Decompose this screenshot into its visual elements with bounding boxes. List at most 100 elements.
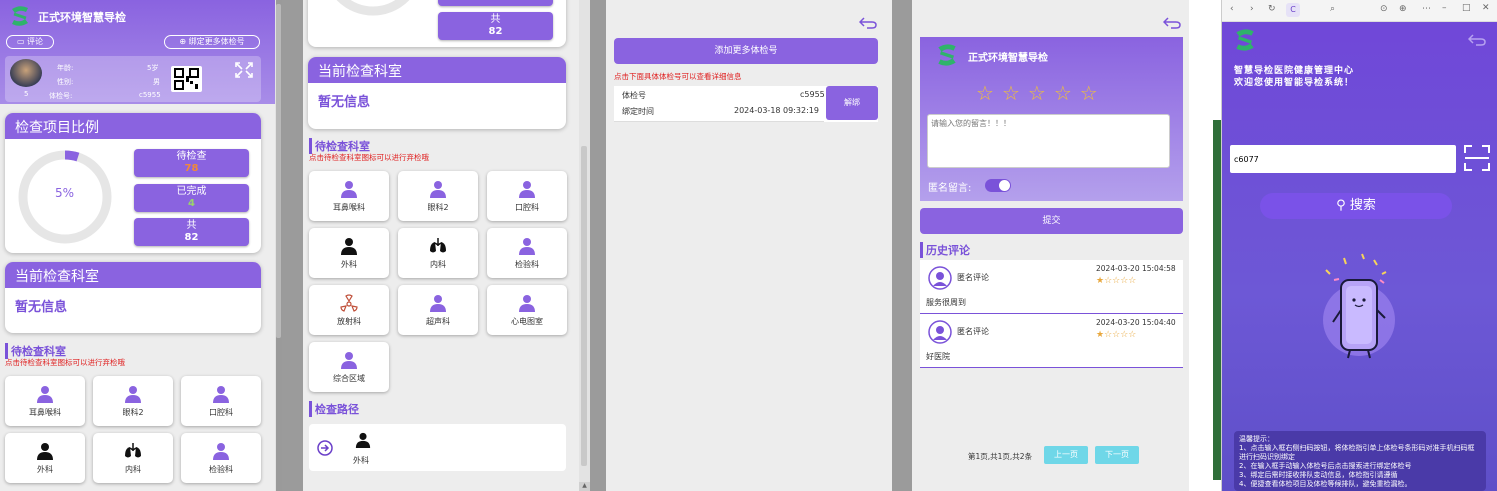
comment-time: 2024-03-20 15:04:40 (1096, 318, 1176, 327)
tab-icon[interactable]: C (1286, 3, 1300, 17)
scrollbar[interactable]: ▲ (579, 0, 590, 491)
dept-label: 检验科 (515, 260, 539, 269)
star-icon[interactable]: ☆ (976, 81, 1002, 105)
tips-box: 温馨提示： 1、点击输入框右侧扫码按钮，将体检指引单上体检号条形码对准手机扫码框… (1234, 431, 1486, 491)
prev-page-button[interactable]: 上一页 (1044, 446, 1088, 464)
star-icon[interactable]: ☆ (1028, 81, 1054, 105)
back-icon[interactable] (859, 16, 877, 30)
dept-internal[interactable]: 内科 (398, 228, 478, 278)
tip-item: 2、在输入框手动输入体检号后点击搜索进行绑定体检号 (1239, 462, 1412, 470)
dept-general[interactable]: 综合区域 (309, 342, 389, 392)
person-icon (519, 181, 535, 198)
divider (590, 0, 606, 491)
person-dark-icon (355, 432, 371, 448)
ratio-card: 检查项目比例 5% 待检查 78 已完成 4 共 82 (5, 113, 261, 253)
comment-button[interactable]: ▭ 评论 (6, 35, 54, 49)
dept-surgery[interactable]: 外科 (5, 433, 85, 483)
ratio-card-title: 检查项目比例 (5, 113, 261, 139)
download-icon[interactable]: ⊙ (1380, 4, 1388, 14)
person-icon (519, 295, 535, 312)
fullscreen-icon[interactable] (234, 61, 254, 79)
dept-ent[interactable]: 耳鼻喉科 (309, 171, 389, 221)
dept-label: 眼科2 (122, 408, 144, 417)
welcome-line-2: 欢迎您使用智能导检系统！ (1234, 78, 1355, 88)
comment-item: 匿名评论 2024-03-20 15:04:40 ★☆☆☆☆ 好医院 (920, 314, 1183, 368)
total-label: 共 (490, 14, 501, 25)
dept-eye2[interactable]: 眼科2 (398, 171, 478, 221)
id-value: c5955 (800, 90, 825, 99)
avatar (10, 59, 42, 87)
person-dark-icon (37, 443, 53, 460)
search-nav-icon[interactable]: ⌕ (1330, 4, 1335, 14)
logo-icon (1236, 29, 1254, 51)
done-box: 已完成 4 (134, 184, 249, 212)
dept-label: 外科 (341, 260, 357, 269)
tip-item: 3、绑定后需时接收排队变动信息，体检指引请遵循 (1239, 471, 1398, 479)
person-icon (341, 181, 357, 198)
forward-nav-icon[interactable]: › (1250, 4, 1254, 14)
maximize-icon[interactable]: □ (1462, 3, 1471, 13)
dept-lab[interactable]: 检验科 (487, 228, 567, 278)
rating-stars[interactable]: ☆☆☆☆☆ (976, 81, 1106, 105)
unbind-button[interactable]: 解绑 (826, 86, 878, 120)
dept-eye2[interactable]: 眼科2 (93, 376, 173, 426)
back-icon[interactable] (1468, 33, 1486, 47)
minimize-icon[interactable]: – (1442, 3, 1447, 13)
screenshot-root: 正式环境智慧导检 ▭ 评论 ⊕ 绑定更多体检号 5 年龄: 5岁 性别: 男 体… (0, 0, 1497, 491)
done-value: 4 (188, 198, 195, 209)
submit-button[interactable]: 提交 (920, 208, 1183, 234)
phone-mascot-illustration (1323, 253, 1395, 359)
logo-icon (938, 44, 956, 66)
qrcode-icon[interactable] (171, 66, 202, 92)
app-title: 正式环境智慧导检 (968, 53, 1048, 64)
panel-bind-list: 添加更多体检号 点击下面具体体检号可以查看详细信息 体检号 c5955 绑定时间… (606, 0, 892, 491)
gender-label: 性别: (57, 78, 74, 86)
dept-dental[interactable]: 口腔科 (487, 171, 567, 221)
star-icon[interactable]: ☆ (1080, 81, 1106, 105)
comment-text: 服务很周到 (926, 298, 966, 307)
scrollbar-thumb[interactable] (581, 146, 587, 466)
header: 正式环境智慧导检 ▭ 评论 ⊕ 绑定更多体检号 5 年龄: 5岁 性别: 男 体… (0, 0, 276, 104)
close-icon[interactable]: ✕ (1482, 3, 1490, 13)
dept-internal[interactable]: 内科 (93, 433, 173, 483)
scan-icon[interactable] (1463, 144, 1491, 172)
dept-radiology[interactable]: 放射科 (309, 285, 389, 335)
person-dark-icon (341, 238, 357, 255)
person-icon (37, 386, 53, 403)
panel-home-scrolled: 4 共 82 当前检查科室 暂无信息 待检查科室 点击待检查科室图标可以进行弃检… (303, 0, 590, 491)
dept-ultrasound[interactable]: 超声科 (398, 285, 478, 335)
back-icon[interactable] (1163, 16, 1181, 30)
reload-icon[interactable]: ↻ (1268, 4, 1276, 14)
id-input[interactable] (1230, 145, 1456, 173)
dept-ent[interactable]: 耳鼻喉科 (5, 376, 85, 426)
next-page-button[interactable]: 下一页 (1095, 446, 1139, 464)
dept-label: 口腔科 (515, 203, 539, 212)
globe-icon[interactable]: ⊕ (1399, 4, 1407, 14)
anon-toggle[interactable] (985, 179, 1011, 192)
back-nav-icon[interactable]: ‹ (1230, 4, 1234, 14)
dept-dental[interactable]: 口腔科 (181, 376, 261, 426)
waiting-hint: 点击待检查科室图标可以进行弃检哦 (5, 358, 125, 367)
bind-more-button[interactable]: ⊕ 绑定更多体检号 (164, 35, 260, 49)
star-icon[interactable]: ☆ (1002, 81, 1028, 105)
comment-input[interactable] (927, 114, 1170, 168)
comment-time: 2024-03-20 15:04:58 (1096, 264, 1176, 273)
star-icon[interactable]: ☆ (1054, 81, 1080, 105)
dept-lab[interactable]: 检验科 (181, 433, 261, 483)
bound-id-row[interactable]: 体检号 c5955 绑定时间 2024-03-18 09:32:19 解绑 (614, 86, 878, 122)
add-more-button[interactable]: 添加更多体检号 (614, 38, 878, 64)
done-box: 4 (438, 0, 553, 6)
comment-stars: ★☆☆☆☆ (1096, 330, 1137, 340)
scrollbar-thumb[interactable] (276, 4, 281, 338)
dept-label: 耳鼻喉科 (29, 408, 61, 417)
dept-surgery[interactable]: 外科 (309, 228, 389, 278)
age-value: 5岁 (147, 64, 159, 72)
dept-ecg[interactable]: 心电图室 (487, 285, 567, 335)
dept-label: 内科 (125, 465, 141, 474)
tips-title: 温馨提示： (1239, 435, 1274, 443)
current-dept-value: 暂无信息 (318, 95, 371, 110)
scroll-up-icon[interactable]: ▲ (579, 482, 590, 491)
search-button[interactable]: ⚲ 搜索 (1260, 193, 1452, 219)
browser-window: ‹ › ↻ C ⌕ ⊙ ⊕ ⋯ – □ ✕ 智慧导检医院健康管理中心 欢迎您使用… (1221, 0, 1497, 491)
menu-icon[interactable]: ⋯ (1422, 4, 1431, 14)
